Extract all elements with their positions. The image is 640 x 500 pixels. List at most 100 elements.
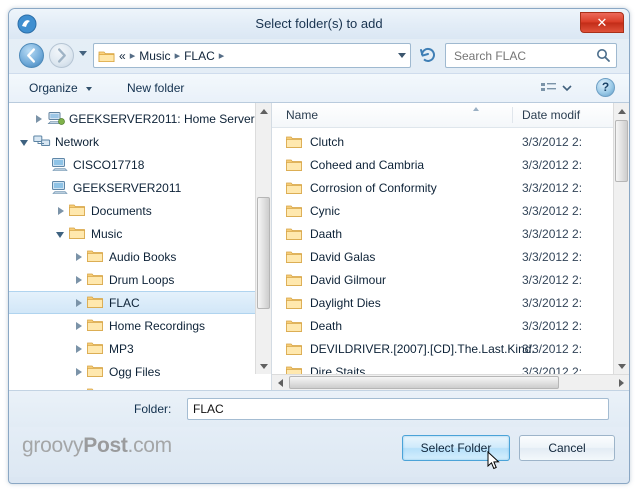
breadcrumb-1[interactable]: Music [137, 49, 172, 63]
expander-collapsed-icon[interactable] [53, 203, 69, 219]
window-title: Select folder(s) to add [255, 16, 383, 31]
recent-locations-icon[interactable] [79, 51, 87, 56]
file-scroll-up-arrow[interactable] [614, 103, 629, 119]
tree-item-label: GEEKSERVER2011: Home Server: [69, 111, 258, 126]
file-scroll-thumb[interactable] [615, 120, 628, 182]
expander-collapsed-icon[interactable] [71, 318, 87, 334]
scroll-down-arrow[interactable] [256, 358, 271, 374]
folder-icon [286, 273, 302, 287]
expander-collapsed-icon[interactable] [71, 341, 87, 357]
file-list-row[interactable]: David Galas 3/3/2012 2: [272, 245, 629, 268]
view-options-button[interactable] [539, 79, 573, 97]
folder-icon [87, 341, 105, 357]
tree-item-ogg-files[interactable]: Ogg Files [9, 360, 271, 383]
file-name: David Galas [310, 249, 376, 264]
tree-item-geekserver2011[interactable]: GEEKSERVER2011 [9, 176, 271, 199]
column-header-date[interactable]: Date modif [522, 108, 580, 122]
refresh-button[interactable] [417, 44, 439, 66]
file-list-row[interactable]: Corrosion of Conformity 3/3/2012 2: [272, 176, 629, 199]
tree-item-mp3[interactable]: MP3 [9, 337, 271, 360]
tree-expander-placeholder [35, 157, 51, 173]
tree-item-label: Documents [91, 203, 152, 218]
close-button[interactable]: ✕ [580, 12, 624, 33]
folder-icon [69, 226, 87, 242]
scroll-up-arrow[interactable] [256, 103, 271, 119]
tree-item-label: Network [55, 134, 100, 149]
nav-vertical-scrollbar[interactable] [255, 103, 271, 374]
expander-collapsed-icon[interactable] [31, 111, 47, 127]
tree-item-network[interactable]: Network [9, 130, 271, 153]
folder-input[interactable] [187, 398, 609, 420]
tree-item-cisco17718[interactable]: CISCO17718 [9, 153, 271, 176]
file-list-row[interactable]: Coheed and Cambria 3/3/2012 2: [272, 153, 629, 176]
file-list-row[interactable]: Death 3/3/2012 2: [272, 314, 629, 337]
network-icon [33, 134, 51, 150]
chevron-down-icon [86, 86, 93, 91]
file-list-row[interactable]: David Gilmour 3/3/2012 2: [272, 268, 629, 291]
file-horizontal-scrollbar[interactable] [272, 374, 629, 390]
tree-item-flac[interactable]: FLAC [9, 291, 271, 314]
content-area: GEEKSERVER2011: Home Server: Network CISCO… [9, 103, 629, 390]
file-date-modified: 3/3/2012 2: [522, 203, 583, 218]
folder-icon [286, 342, 302, 356]
column-header-name[interactable]: Name [286, 108, 318, 122]
file-list-row[interactable]: DEVILDRIVER.[2007].[CD].The.Last.Kind...… [272, 337, 629, 360]
help-button[interactable]: ? [596, 78, 615, 97]
folder-icon [87, 318, 105, 334]
address-bar-row: « ▸ Music ▸ FLAC ▸ [9, 39, 629, 73]
file-vertical-scrollbar[interactable] [613, 103, 629, 374]
tree-item-documents[interactable]: Documents [9, 199, 271, 222]
breadcrumb-sep-0: ▸ [129, 50, 136, 62]
file-hscroll-thumb[interactable] [289, 376, 559, 389]
expander-open-icon[interactable] [53, 226, 69, 242]
tree-item-tag-podcasts[interactable]: TAG Podcasts [9, 383, 271, 390]
expander-collapsed-icon[interactable] [71, 272, 87, 288]
file-list-row[interactable]: Daylight Dies 3/3/2012 2: [272, 291, 629, 314]
forward-button[interactable] [49, 43, 74, 68]
address-dropdown-icon[interactable] [398, 53, 406, 58]
file-scroll-right-arrow[interactable] [614, 375, 629, 390]
address-bar[interactable]: « ▸ Music ▸ FLAC ▸ [93, 43, 411, 68]
expander-open-icon[interactable] [17, 134, 33, 150]
select-folder-button[interactable]: Select Folder [402, 435, 510, 461]
tree-item-label: FLAC [109, 295, 140, 310]
file-date-modified: 3/3/2012 2: [522, 295, 583, 310]
computer-icon [51, 180, 69, 196]
new-folder-button[interactable]: New folder [121, 79, 190, 97]
breadcrumb-0[interactable]: « [117, 49, 128, 63]
tree-item-home-recordings[interactable]: Home Recordings [9, 314, 271, 337]
tree-item-label: Ogg Files [109, 364, 161, 379]
folder-icon [98, 49, 115, 63]
tree-item-drum-loops[interactable]: Drum Loops [9, 268, 271, 291]
file-list-row[interactable]: Clutch 3/3/2012 2: [272, 130, 629, 153]
tree-item-geekserver2011-home-server[interactable]: GEEKSERVER2011: Home Server: [9, 107, 271, 130]
file-list: Clutch 3/3/2012 2: Coheed and Cambria 3/3/2… [272, 128, 629, 390]
tree-item-audio-books[interactable]: Audio Books [9, 245, 271, 268]
watermark-suffix: .com [127, 434, 173, 457]
file-name: Cynic [310, 203, 341, 218]
file-scroll-left-arrow[interactable] [272, 375, 288, 390]
search-box[interactable] [445, 43, 617, 68]
tree-item-music[interactable]: Music [9, 222, 271, 245]
file-date-modified: 3/3/2012 2: [522, 134, 583, 149]
expander-collapsed-icon[interactable] [71, 295, 87, 311]
tree-item-label: Home Recordings [109, 318, 206, 333]
watermark: groovyPost.com [22, 434, 172, 458]
file-list-row[interactable]: Daath 3/3/2012 2: [272, 222, 629, 245]
expander-collapsed-icon[interactable] [71, 364, 87, 380]
folder-icon [69, 203, 87, 219]
folder-icon [286, 227, 302, 241]
cancel-button[interactable]: Cancel [519, 435, 615, 461]
file-name: Daylight Dies [310, 295, 381, 310]
file-scroll-down-arrow[interactable] [614, 358, 629, 374]
expander-collapsed-icon[interactable] [71, 249, 87, 265]
search-input[interactable] [452, 47, 596, 64]
tree-expander-placeholder [35, 180, 51, 196]
file-name: Daath [310, 226, 343, 241]
back-button[interactable] [19, 43, 44, 68]
file-list-row[interactable]: Cynic 3/3/2012 2: [272, 199, 629, 222]
file-date-modified: 3/3/2012 2: [522, 318, 583, 333]
nav-scroll-thumb[interactable] [257, 197, 270, 309]
breadcrumb-2[interactable]: FLAC [182, 49, 217, 63]
organize-button[interactable]: Organize [23, 79, 98, 97]
